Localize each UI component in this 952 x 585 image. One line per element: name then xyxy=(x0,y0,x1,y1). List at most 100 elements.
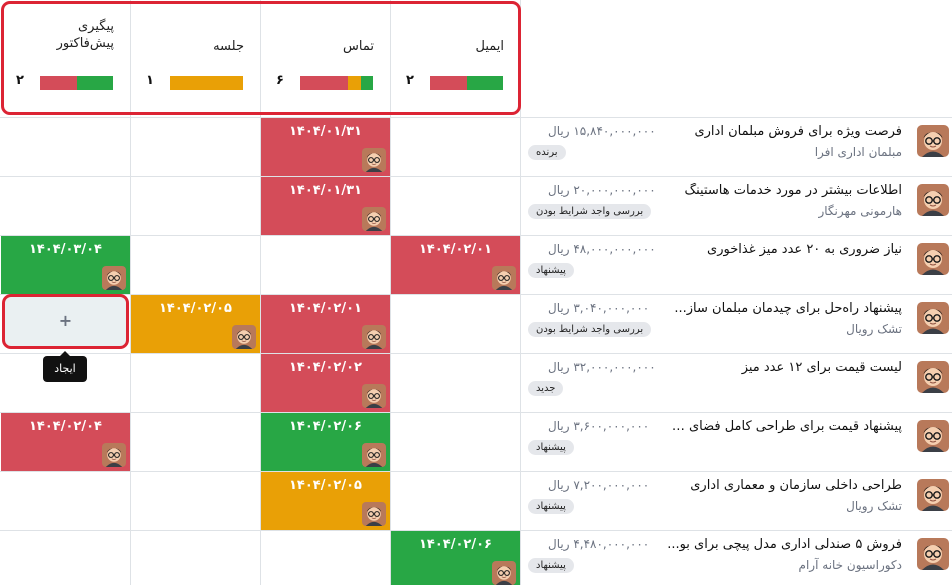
column-header-quote[interactable]: پیگیری پیش‌فاکتور ۲ xyxy=(0,0,130,117)
progress-segment-planned xyxy=(360,76,373,90)
assignee-avatar xyxy=(362,325,386,349)
column-progress-bar[interactable] xyxy=(170,76,243,90)
assignee-avatar xyxy=(102,266,126,290)
progress-segment-today xyxy=(348,76,361,90)
assignee-avatar xyxy=(362,384,386,408)
record-row[interactable]: پیشنهاد قیمت برای طراحی کامل فضای ب... ۳,… xyxy=(520,412,952,471)
activity-date: ۱۴۰۴/۰۲/۰۵ xyxy=(289,478,362,493)
assignee-avatar xyxy=(362,502,386,526)
deal-name[interactable]: اطلاعات بیشتر در مورد خدمات هاستینگ xyxy=(662,183,902,198)
activity-cell-call[interactable]: ۱۴۰۴/۰۲/۰۲ xyxy=(261,354,390,412)
deal-customer: هارمونی مهرنگار xyxy=(818,204,902,218)
activity-cell-call[interactable]: ۱۴۰۴/۰۲/۰۵ xyxy=(261,472,390,530)
stage-badge: پیشنهاد xyxy=(528,440,574,455)
column-title: ایمیل xyxy=(475,39,504,54)
column-count: ۶ xyxy=(276,73,284,88)
deal-amount: ۳,۶۰۰,۰۰۰,۰۰۰ ریال xyxy=(548,419,650,433)
deal-amount: ۲۰,۰۰۰,۰۰۰,۰۰۰ ریال xyxy=(548,183,656,197)
deal-customer: دکوراسیون خانه آرام xyxy=(798,558,902,572)
deal-name[interactable]: فرصت ویژه برای فروش مبلمان اداری xyxy=(662,124,902,139)
column-header-call[interactable]: تماس ۶ xyxy=(260,0,390,117)
salesperson-avatar xyxy=(917,125,949,157)
column-title: پیگیری پیش‌فاکتور xyxy=(57,18,114,52)
activity-board: ایمیل ۲ تماس ۶ جلسه ۱ پیگیری پیش‌فاکتور ۲ فرصت و… xyxy=(0,0,952,585)
salesperson-avatar xyxy=(917,361,949,393)
deal-name[interactable]: لیست قیمت برای ۱۲ عدد میز xyxy=(662,360,902,375)
create-activity-cell[interactable]: + xyxy=(2,294,129,349)
salesperson-avatar xyxy=(917,184,949,216)
record-row[interactable]: اطلاعات بیشتر در مورد خدمات هاستینگ هارمو… xyxy=(520,176,952,235)
activity-date: ۱۴۰۴/۰۲/۰۱ xyxy=(289,301,362,316)
column-progress-bar[interactable] xyxy=(40,76,113,90)
activity-date: ۱۴۰۴/۰۱/۳۱ xyxy=(289,183,362,198)
deal-amount: ۷,۲۰۰,۰۰۰,۰۰۰ ریال xyxy=(548,478,650,492)
deal-name[interactable]: پیشنهاد قیمت برای طراحی کامل فضای ب... xyxy=(662,419,902,434)
salesperson-avatar xyxy=(917,243,949,275)
activity-cell-call[interactable]: ۱۴۰۴/۰۱/۳۱ xyxy=(261,118,390,176)
activity-cell-email[interactable]: ۱۴۰۴/۰۲/۰۱ xyxy=(391,236,520,294)
salesperson-avatar xyxy=(917,538,949,570)
deal-amount: ۴۸,۰۰۰,۰۰۰,۰۰۰ ریال xyxy=(548,242,656,256)
column-title-line: پیگیری xyxy=(78,19,114,34)
deal-name[interactable]: فروش ۵ صندلی اداری مدل پیچی برای بو... xyxy=(662,537,902,552)
column-title: جلسه xyxy=(213,39,244,54)
record-row[interactable]: فرصت ویژه برای فروش مبلمان اداری مبلمان ا… xyxy=(520,117,952,176)
salesperson-avatar xyxy=(917,302,949,334)
deal-name[interactable]: طراحی داخلی سازمان و معماری اداری xyxy=(662,478,902,493)
activity-date: ۱۴۰۴/۰۳/۰۴ xyxy=(29,242,102,257)
activity-cell-call[interactable]: ۱۴۰۴/۰۱/۳۱ xyxy=(261,177,390,235)
activity-date: ۱۴۰۴/۰۲/۰۶ xyxy=(289,419,362,434)
column-count: ۱ xyxy=(146,73,154,88)
activity-cell-quote[interactable]: ۱۴۰۴/۰۳/۰۴ xyxy=(1,236,130,294)
progress-segment-overdue xyxy=(40,76,77,90)
stage-badge: پیشنهاد xyxy=(528,263,574,278)
column-progress-bar[interactable] xyxy=(430,76,503,90)
activity-cell-call[interactable]: ۱۴۰۴/۰۲/۰۶ xyxy=(261,413,390,471)
activity-cell-email[interactable]: ۱۴۰۴/۰۲/۰۶ xyxy=(391,531,520,585)
activity-date: ۱۴۰۴/۰۲/۰۵ xyxy=(159,301,232,316)
column-progress-bar[interactable] xyxy=(300,76,373,90)
assignee-avatar xyxy=(362,148,386,172)
deal-amount: ۳۲,۰۰۰,۰۰۰,۰۰۰ ریال xyxy=(548,360,656,374)
record-row[interactable]: فروش ۵ صندلی اداری مدل پیچی برای بو... دک… xyxy=(520,530,952,585)
column-header-email[interactable]: ایمیل ۲ xyxy=(390,0,520,117)
deal-customer: مبلمان اداری افرا xyxy=(814,145,902,159)
deal-customer: تشک رویال xyxy=(846,322,902,336)
column-count: ۲ xyxy=(406,73,414,88)
activity-cell-meeting[interactable]: ۱۴۰۴/۰۲/۰۵ xyxy=(131,295,260,353)
stage-badge: پیشنهاد xyxy=(528,558,574,573)
assignee-avatar xyxy=(362,443,386,467)
assignee-avatar xyxy=(492,266,516,290)
stage-badge: بررسی واجد شرایط بودن xyxy=(528,322,652,337)
column-title-line: پیش‌فاکتور xyxy=(56,36,114,51)
assignee-avatar xyxy=(102,443,126,467)
column-header-meeting[interactable]: جلسه ۱ xyxy=(130,0,260,117)
stage-badge: جدید xyxy=(528,381,564,396)
activity-cell-call[interactable]: ۱۴۰۴/۰۲/۰۱ xyxy=(261,295,390,353)
deal-name[interactable]: پیشنهاد راه‌حل برای چیدمان مبلمان ساز... xyxy=(662,301,902,316)
salesperson-avatar xyxy=(917,420,949,452)
progress-segment-today xyxy=(170,76,243,90)
activity-date: ۱۴۰۴/۰۱/۳۱ xyxy=(289,124,362,139)
progress-segment-overdue xyxy=(300,76,349,90)
progress-segment-overdue xyxy=(430,76,467,90)
deal-name[interactable]: نیاز ضروری به ۲۰ عدد میز غذاخوری xyxy=(662,242,902,257)
record-row[interactable]: طراحی داخلی سازمان و معماری اداری تشک روی… xyxy=(520,471,952,530)
plus-icon: + xyxy=(58,311,73,330)
column-count: ۲ xyxy=(16,73,24,88)
record-row[interactable]: پیشنهاد راه‌حل برای چیدمان مبلمان ساز...… xyxy=(520,294,952,353)
activity-date: ۱۴۰۴/۰۲/۰۴ xyxy=(29,419,102,434)
record-row[interactable]: نیاز ضروری به ۲۰ عدد میز غذاخوری ۴۸,۰۰۰,۰… xyxy=(520,235,952,294)
record-row[interactable]: لیست قیمت برای ۱۲ عدد میز ۳۲,۰۰۰,۰۰۰,۰۰۰ … xyxy=(520,353,952,412)
assignee-avatar xyxy=(362,207,386,231)
create-tooltip: ایجاد xyxy=(43,356,87,382)
activity-date: ۱۴۰۴/۰۲/۰۱ xyxy=(419,242,492,257)
deal-customer: تشک رویال xyxy=(846,499,902,513)
stage-badge: برنده xyxy=(528,145,566,160)
progress-segment-planned xyxy=(466,76,503,90)
stage-badge: پیشنهاد xyxy=(528,499,574,514)
deal-amount: ۳,۰۴۰,۰۰۰,۰۰۰ ریال xyxy=(548,301,650,315)
stage-badge: بررسی واجد شرایط بودن xyxy=(528,204,652,219)
assignee-avatar xyxy=(492,561,516,585)
activity-cell-quote[interactable]: ۱۴۰۴/۰۲/۰۴ xyxy=(1,413,130,471)
